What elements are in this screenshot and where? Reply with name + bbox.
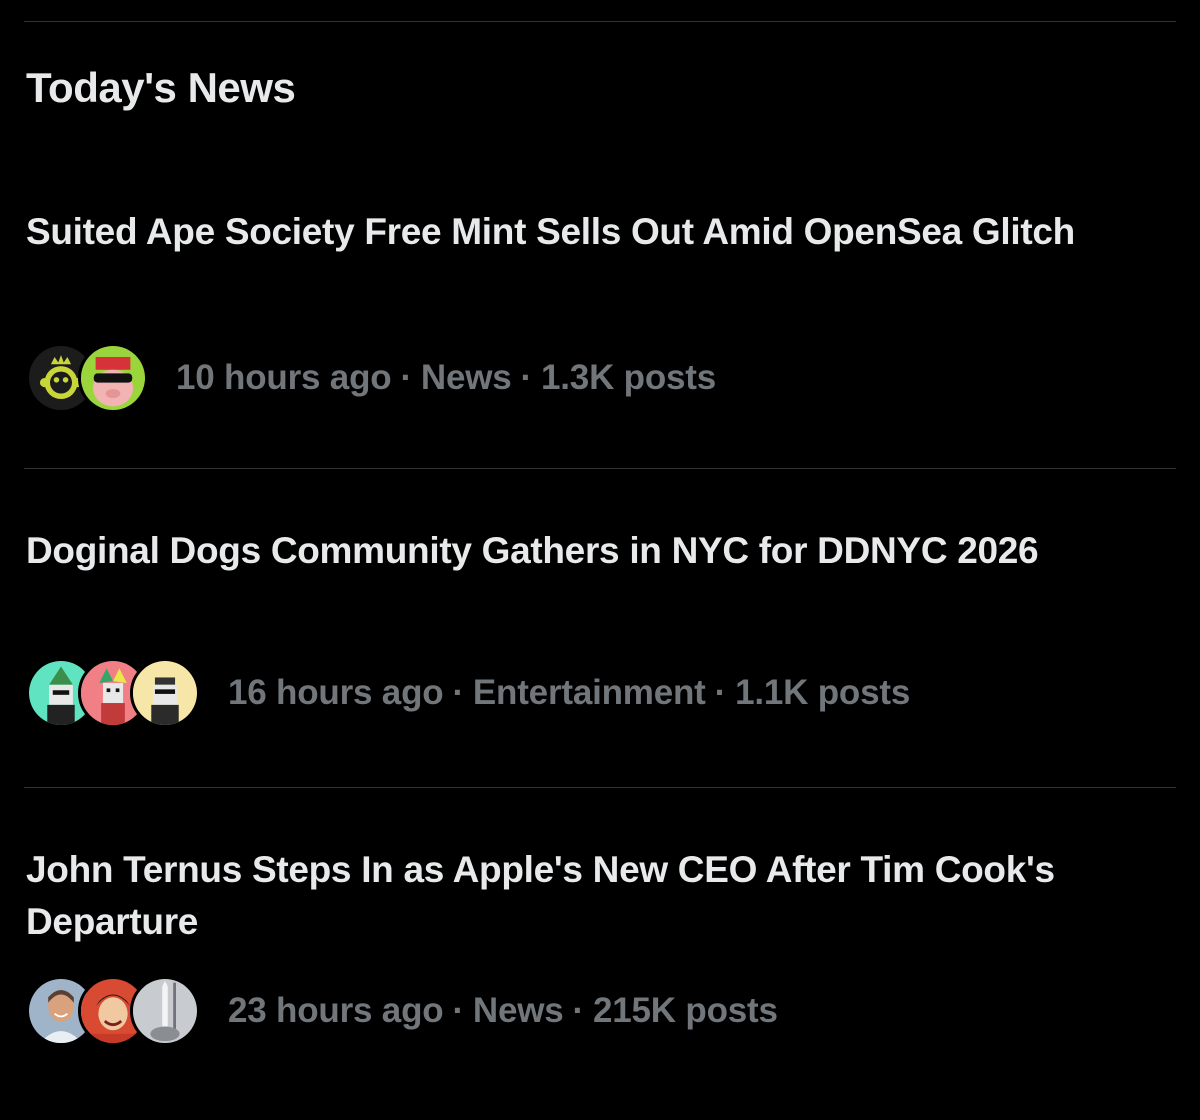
news-meta: 10 hours ago · News · 1.3K posts <box>26 342 716 414</box>
news-time: 23 hours ago <box>228 991 444 1030</box>
news-category: News <box>420 358 512 397</box>
news-category: News <box>472 991 564 1030</box>
avatar-group <box>26 976 200 1046</box>
meta-separator: · <box>452 991 464 1030</box>
news-item[interactable]: Suited Ape Society Free Mint Sells Out A… <box>0 206 1200 466</box>
section-title: Today's News <box>26 64 296 111</box>
news-time: 10 hours ago <box>176 358 392 397</box>
meta-separator: · <box>572 991 585 1030</box>
meta-separator: · <box>520 358 533 397</box>
news-item[interactable]: Doginal Dogs Community Gathers in NYC fo… <box>0 525 1200 785</box>
meta-separator: · <box>714 673 727 712</box>
rocket-launch-avatar <box>130 976 200 1046</box>
news-category: Entertainment <box>472 673 706 712</box>
avatar-group <box>26 343 148 413</box>
news-item[interactable]: John Ternus Steps In as Apple's New CEO … <box>0 844 1200 1104</box>
news-post-count: 1.3K posts <box>541 358 717 397</box>
top-divider <box>24 21 1176 22</box>
news-headline[interactable]: John Ternus Steps In as Apple's New CEO … <box>26 844 1146 948</box>
news-meta-text: 16 hours ago · Entertainment · 1.1K posts <box>228 673 910 713</box>
news-meta-text: 10 hours ago · News · 1.3K posts <box>176 358 716 398</box>
news-meta-text: 23 hours ago · News · 215K posts <box>228 991 778 1031</box>
pixel-dog-sunglasses-avatar <box>130 658 200 728</box>
news-headline[interactable]: Suited Ape Society Free Mint Sells Out A… <box>26 206 1146 258</box>
news-post-count: 215K posts <box>593 991 778 1030</box>
news-headline[interactable]: Doginal Dogs Community Gathers in NYC fo… <box>26 525 1146 577</box>
meta-separator: · <box>452 673 464 712</box>
news-meta: 23 hours ago · News · 215K posts <box>26 975 778 1047</box>
news-post-count: 1.1K posts <box>735 673 911 712</box>
news-meta: 16 hours ago · Entertainment · 1.1K posts <box>26 657 910 729</box>
pig-sunglasses-avatar <box>78 343 148 413</box>
news-time: 16 hours ago <box>228 673 444 712</box>
meta-separator: · <box>400 358 412 397</box>
item-divider <box>24 468 1176 469</box>
item-divider <box>24 787 1176 788</box>
avatar-group <box>26 658 200 728</box>
